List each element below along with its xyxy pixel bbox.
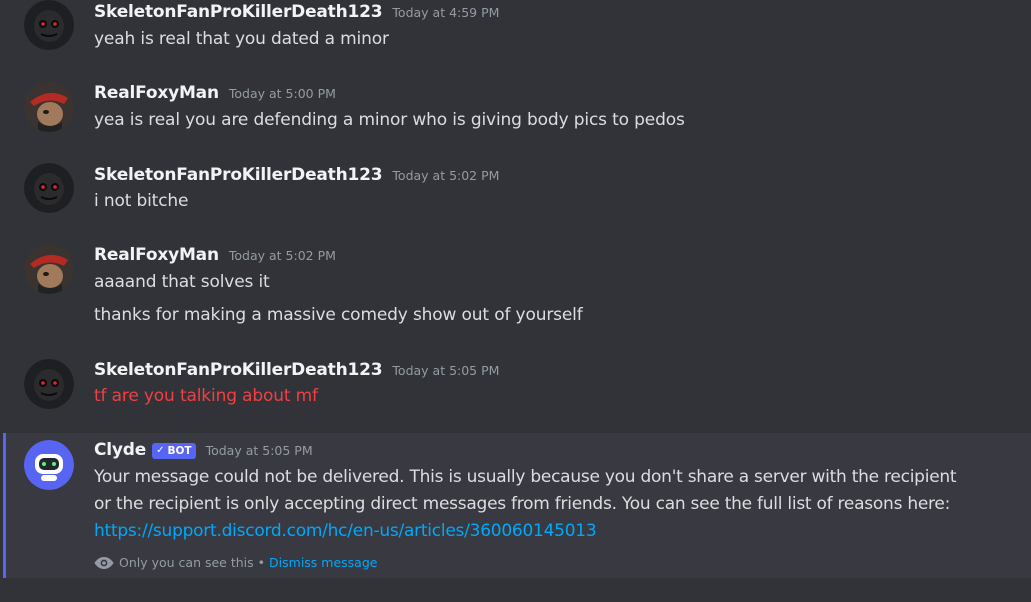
bot-tag-label: BOT [167,444,192,457]
ephemeral-notice: Only you can see this • Dismiss message [94,555,377,570]
avatar-skeleton[interactable] [24,163,74,213]
username[interactable]: Clyde [94,440,146,460]
eye-icon [94,556,114,569]
timestamp[interactable]: Today at 4:59 PM [392,5,499,20]
dismiss-message-link[interactable]: Dismiss message [269,555,377,570]
timestamp[interactable]: Today at 5:05 PM [206,443,313,458]
only-you-text: Only you can see this [119,555,254,570]
support-link[interactable]: https://support.discord.com/hc/en-us/art… [94,521,597,541]
message-header: RealFoxyMan Today at 5:02 PM [94,245,336,269]
message-text: yeah is real that you dated a minor [94,29,389,49]
message-header: SkeletonFanProKillerDeath123 Today at 5:… [94,165,499,189]
message-header: Clyde ✓ BOT Today at 5:05 PM [94,440,313,464]
message-header: RealFoxyMan Today at 5:00 PM [94,83,336,107]
timestamp[interactable]: Today at 5:00 PM [229,86,336,101]
message-header: SkeletonFanProKillerDeath123 Today at 5:… [94,360,499,384]
avatar-skeleton[interactable] [24,359,74,409]
timestamp[interactable]: Today at 5:05 PM [392,363,499,378]
username[interactable]: RealFoxyMan [94,245,219,265]
message-text: i not bitche [94,191,189,211]
message-text: aaaand that solves it [94,272,270,292]
avatar-skeleton[interactable] [24,0,74,50]
bot-tag: ✓ BOT [152,442,196,459]
separator: • [257,555,266,570]
message-text: yea is real you are defending a minor wh… [94,110,685,130]
username[interactable]: SkeletonFanProKillerDeath123 [94,2,383,22]
timestamp[interactable]: Today at 5:02 PM [229,248,336,263]
clyde-text: or the recipient is only accepting direc… [94,494,951,514]
message-header: SkeletonFanProKillerDeath123 Today at 4:… [94,2,499,26]
message-text: thanks for making a massive comedy show … [94,305,583,325]
username[interactable]: SkeletonFanProKillerDeath123 [94,360,383,380]
timestamp[interactable]: Today at 5:02 PM [392,168,499,183]
avatar-foxy[interactable] [24,82,74,132]
username[interactable]: SkeletonFanProKillerDeath123 [94,165,383,185]
checkmark-icon: ✓ [156,445,165,456]
failed-message-text: tf are you talking about mf [94,386,318,406]
clyde-text: Your message could not be delivered. Thi… [94,467,957,487]
username[interactable]: RealFoxyMan [94,83,219,103]
avatar-clyde[interactable] [24,440,74,490]
avatar-foxy[interactable] [24,244,74,294]
